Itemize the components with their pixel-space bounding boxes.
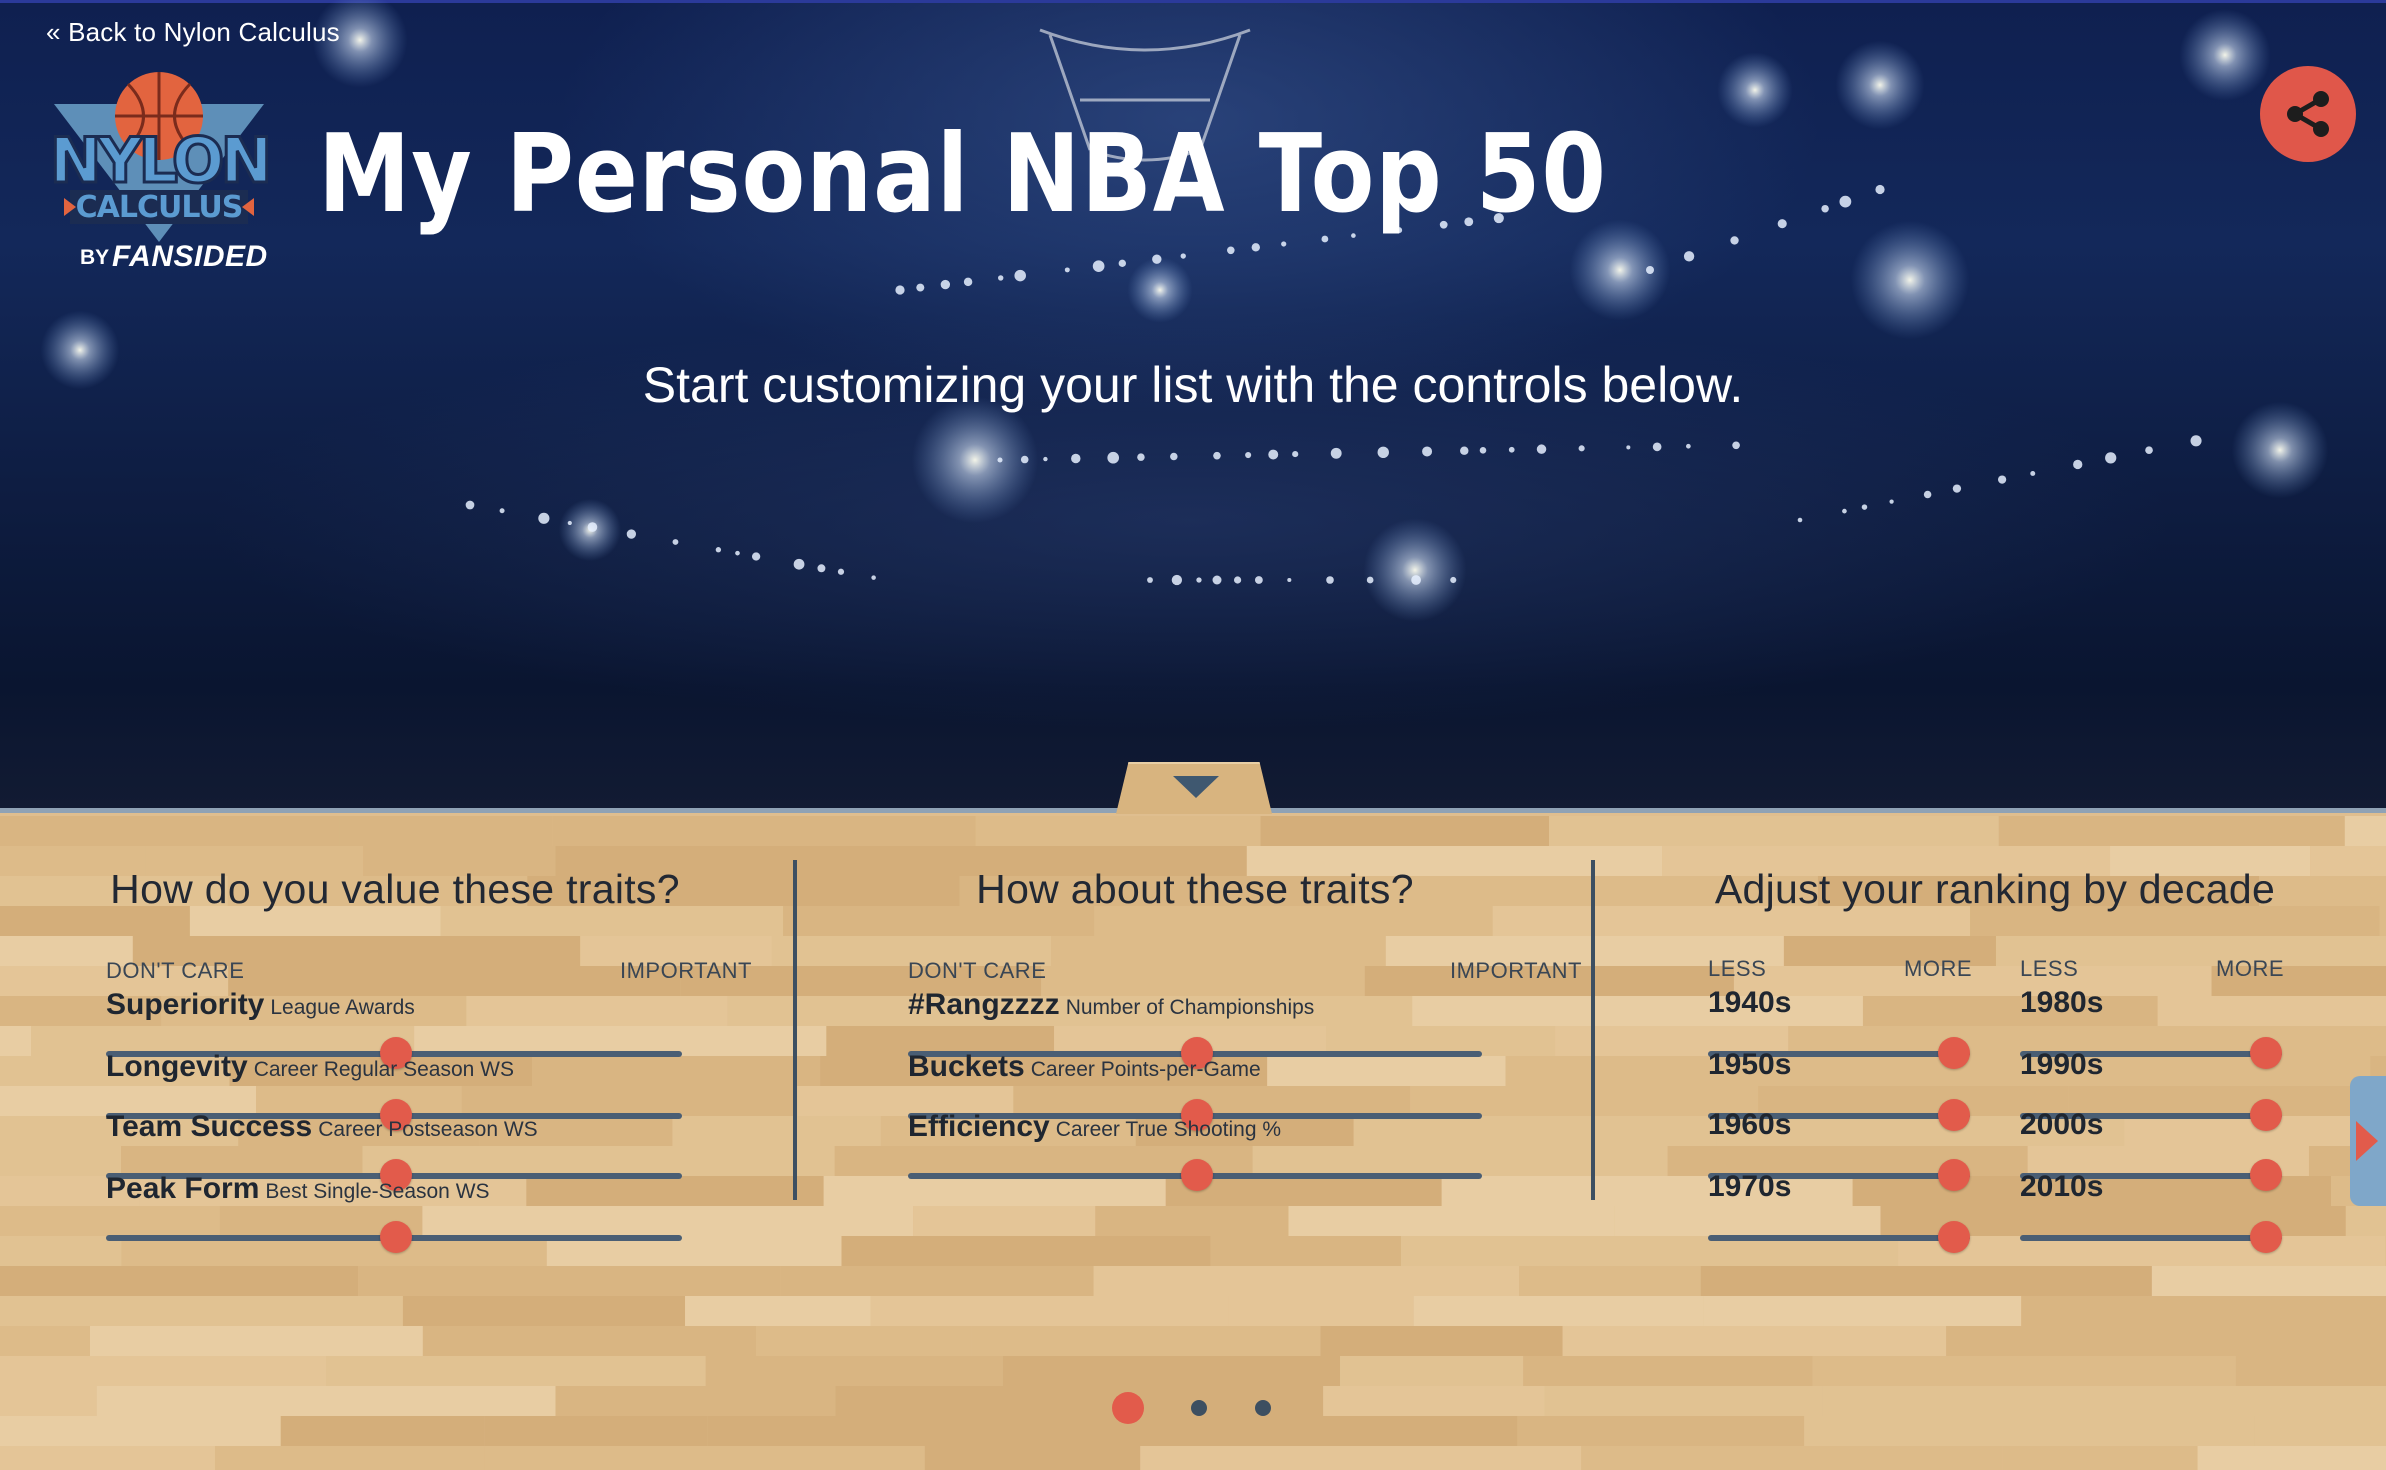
panel-heading: Adjust your ranking by decade [1714, 866, 2276, 912]
trait-name: Team Success [106, 1110, 313, 1143]
dont-care-label: DON'T CARE [106, 958, 245, 983]
panel-decades: Adjust your ranking by decade LESS MORE … [1650, 808, 2340, 1470]
important-label: IMPORTANT [619, 958, 752, 983]
pagination-dot[interactable] [1191, 1400, 1207, 1416]
page-subtitle: Start customizing your list with the con… [642, 357, 1744, 413]
trait-description: League Awards [270, 996, 415, 1019]
hero-banner: « Back to Nylon Calculus NYLON CALCULUS … [0, 0, 2386, 808]
panel-more-traits: How about these traits? DON'T CARE IMPOR… [850, 808, 1581, 1470]
trait-description: Number of Championships [1065, 996, 1315, 1019]
slider-thumb[interactable] [1938, 1221, 1970, 1253]
trait-label: Superiority League Awards [106, 988, 415, 1022]
slider-thumb[interactable] [2250, 1099, 2282, 1131]
page-title: My Personal NBA Top 50 [318, 112, 1607, 237]
svg-text:NYLON: NYLON [50, 124, 268, 197]
decade-label: 1990s [2020, 1048, 2104, 1081]
share-button[interactable] [2260, 66, 2356, 162]
trait-name: #Rangzzzz [908, 988, 1060, 1021]
logo-fansided-text: FANSIDED [112, 240, 268, 273]
trait-name: Buckets [908, 1050, 1025, 1083]
trait-label: Longevity Career Regular Season WS [106, 1050, 514, 1084]
trait-name: Peak Form [106, 1172, 260, 1205]
trait-label: Efficiency Career True Shooting % [908, 1110, 1281, 1144]
slider-thumb[interactable] [1938, 1099, 1970, 1131]
slider-thumb[interactable] [2250, 1159, 2282, 1191]
arrow-right-icon [2356, 1121, 2378, 1161]
panel-divider [793, 860, 797, 1200]
trait-name: Efficiency [908, 1110, 1050, 1143]
trait-description: Career Postseason WS [318, 1118, 538, 1141]
decade-label: 1940s [1708, 986, 1792, 1019]
slider-thumb[interactable] [1938, 1159, 1970, 1191]
pagination-dot[interactable] [1255, 1400, 1271, 1416]
decade-label: 1980s [2020, 986, 2104, 1019]
trait-description: Career Regular Season WS [253, 1058, 514, 1081]
panel-heading: How do you value these traits? [110, 866, 680, 912]
logo-by-text: BY [80, 246, 110, 269]
trait-label: #Rangzzzz Number of Championships [908, 988, 1314, 1022]
back-link[interactable]: « Back to Nylon Calculus [46, 17, 340, 48]
decade-label: 1950s [1708, 1048, 1792, 1081]
trait-description: Career Points-per-Game [1030, 1058, 1261, 1081]
slider-thumb[interactable] [1938, 1037, 1970, 1069]
decade-label: 1960s [1708, 1108, 1792, 1141]
decade-label: 1970s [1708, 1170, 1792, 1203]
chevron-down-icon[interactable] [1173, 776, 1219, 798]
slider[interactable] [908, 1158, 1482, 1192]
important-label: IMPORTANT [1449, 958, 1582, 983]
trait-label: Buckets Career Points-per-Game [908, 1050, 1261, 1084]
less-label: LESS [2020, 956, 2079, 981]
more-label: MORE [1904, 956, 1972, 981]
trait-description: Career True Shooting % [1055, 1118, 1282, 1141]
slider[interactable] [2020, 1220, 2282, 1254]
trait-name: Superiority [106, 988, 265, 1021]
trait-label: Team Success Career Postseason WS [106, 1110, 538, 1144]
trait-name: Longevity [106, 1050, 248, 1083]
share-icon [2287, 91, 2329, 137]
dont-care-label: DON'T CARE [908, 958, 1047, 983]
less-label: LESS [1708, 956, 1767, 981]
pagination-dot[interactable] [1112, 1392, 1144, 1424]
slider-track[interactable] [1708, 1235, 1970, 1241]
slider-track[interactable] [2020, 1235, 2282, 1241]
decade-label: 2000s [2020, 1108, 2104, 1141]
panel-heading: How about these traits? [976, 866, 1414, 912]
slider-thumb[interactable] [1181, 1159, 1213, 1191]
slider[interactable] [106, 1220, 682, 1254]
more-label: MORE [2216, 956, 2284, 981]
panel-value-traits: How do you value these traits? DON'T CAR… [60, 808, 751, 1470]
trait-label: Peak Form Best Single-Season WS [106, 1172, 490, 1206]
slider-thumb[interactable] [380, 1221, 412, 1253]
slider-thumb[interactable] [2250, 1037, 2282, 1069]
slider-thumb[interactable] [2250, 1221, 2282, 1253]
slider[interactable] [1708, 1220, 1970, 1254]
controls-court: How do you value these traits? DON'T CAR… [0, 808, 2386, 1470]
trait-description: Best Single-Season WS [265, 1180, 490, 1203]
svg-text:CALCULUS: CALCULUS [76, 190, 243, 225]
decade-label: 2010s [2020, 1170, 2104, 1203]
panel-divider [1591, 860, 1595, 1200]
